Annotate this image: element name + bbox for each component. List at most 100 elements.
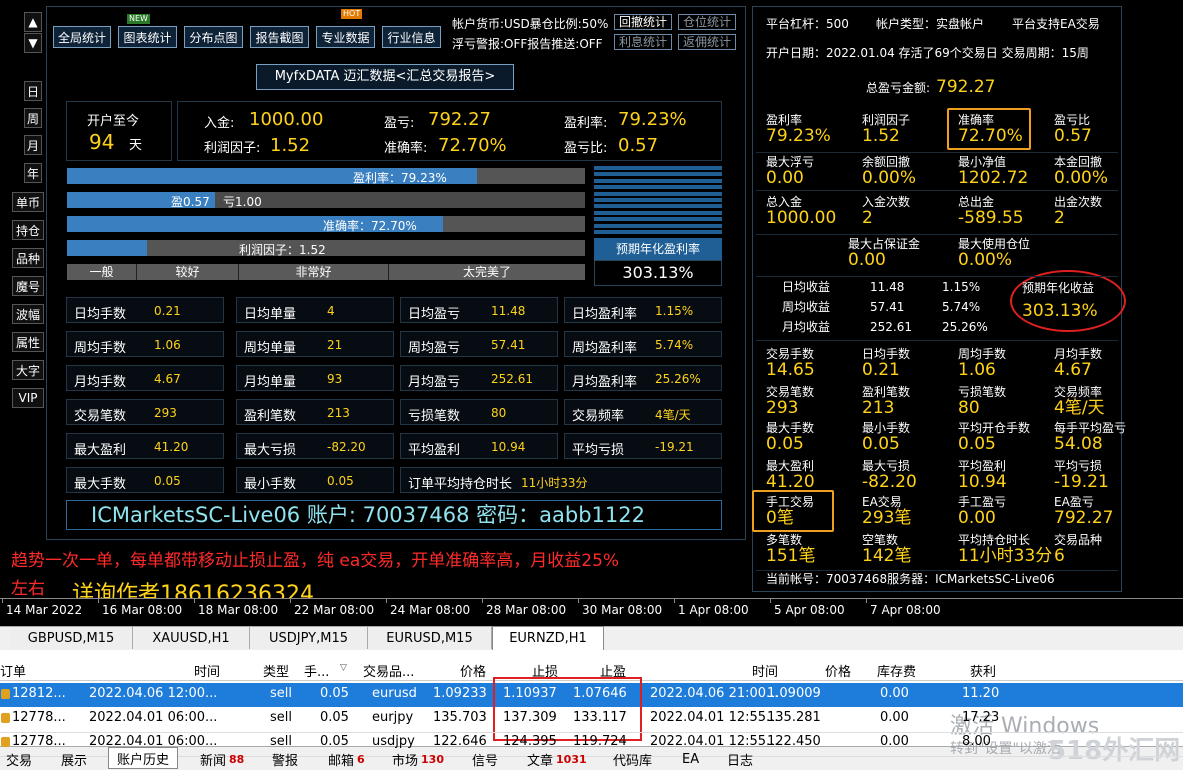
drawdown-stats-button[interactable]: 回撤统计 (614, 14, 672, 30)
position-stats-button[interactable]: 仓位统计 (678, 14, 736, 30)
table-cell: 2022.04.01 06:00... (89, 710, 218, 725)
table-cell: 2022.04.01 12:55... (650, 734, 779, 749)
scroll-down-button[interactable]: ▼ (24, 33, 42, 53)
nav-day[interactable]: 日 (24, 81, 42, 101)
bottom-tab[interactable]: EA (676, 748, 705, 770)
table-header-cell[interactable]: 获利 (970, 661, 996, 680)
stat-cell: 盈利笔数 213 (236, 399, 394, 425)
sort-icon[interactable]: ▽ (340, 663, 347, 673)
account-credentials: ICMarketsSC-Live06 账户: 70037468 密码：aabb1… (66, 500, 722, 530)
right-stat-value: 2 (1054, 208, 1065, 228)
chart-tab[interactable]: GBPUSD,M15 (10, 627, 133, 649)
nav-single[interactable]: 单币 (12, 192, 44, 212)
stat-value: 11.48 (491, 304, 526, 318)
nav-vip[interactable]: VIP (12, 388, 44, 408)
summary-box: 入金: 1000.00 利润因子: 1.52 盈亏: 792.27 准确率: 7… (177, 101, 722, 161)
return-percent: 1.15% (942, 280, 981, 294)
table-header-cell[interactable]: 时间 (194, 661, 220, 680)
bottom-tab[interactable]: 信号 (466, 748, 504, 770)
bottom-tab-label: 账户历史 (117, 752, 170, 768)
scale-perfect: 太完美了 (462, 265, 511, 279)
stat-label: 日均盈利率 (572, 307, 638, 322)
scroll-up-button[interactable]: ▲ (24, 12, 42, 32)
stat-value: 11小时33分 (521, 476, 588, 490)
bottom-tab[interactable]: 展示 (55, 748, 93, 770)
right-stat-value: -82.20 (862, 472, 917, 492)
axis-tick (2, 598, 3, 603)
table-header-cell[interactable]: 止损 (532, 661, 558, 680)
stat-value: 41.20 (154, 440, 189, 454)
axis-tick (194, 598, 195, 603)
accuracy-value: 72.70% (438, 135, 507, 156)
nav-attr[interactable]: 属性 (12, 332, 44, 352)
pro-data-button[interactable]: 专业数据 (316, 26, 375, 48)
bottom-tab[interactable]: 警报 (266, 748, 304, 770)
table-cell: sell (270, 734, 292, 749)
interest-stats-button[interactable]: 利息统计 (614, 34, 672, 50)
bottom-tab-label: 信号 (472, 753, 499, 769)
nav-magic[interactable]: 魔号 (12, 276, 44, 296)
right-stat-value: 0.00% (958, 250, 1013, 270)
bottom-tab-label: 代码库 (613, 753, 653, 769)
bottom-tab[interactable]: 文章 1031 (521, 748, 593, 770)
table-header-cell[interactable]: 库存费 (877, 661, 916, 680)
stat-label: 周均盈利率 (572, 341, 638, 356)
table-header-cell[interactable]: 止盈 (600, 661, 626, 680)
stat-cell: 最大盈利 41.20 (66, 433, 224, 459)
bottom-tab-label: 展示 (61, 753, 88, 769)
order-lock-icon (1, 737, 10, 747)
meter-stripe (594, 230, 722, 234)
table-header-cell[interactable]: 手... (304, 661, 329, 680)
rebate-stats-button[interactable]: 返佣统计 (678, 34, 736, 50)
nav-year[interactable]: 年 (24, 163, 42, 183)
right-stat-value: 1.52 (862, 126, 900, 146)
table-cell: 124.395 (503, 734, 557, 749)
order-lock-icon (1, 689, 10, 699)
chart-tab[interactable]: EURNZD,H1 (492, 626, 604, 650)
chart-stats-button[interactable]: 图表统计 (118, 26, 177, 48)
bottom-tab[interactable]: 账户历史 (108, 747, 179, 769)
nav-symbol[interactable]: 品种 (12, 248, 44, 268)
axis-tick (98, 598, 99, 603)
bottom-tab[interactable]: 新闻 88 (194, 748, 250, 770)
nav-holding[interactable]: 持仓 (12, 220, 44, 240)
bottom-tab[interactable]: 邮箱 6 (322, 748, 371, 770)
industry-info-button[interactable]: 行业信息 (382, 26, 441, 48)
bottom-tab[interactable]: 日志 (721, 748, 759, 770)
order-lock-icon (1, 713, 10, 723)
report-screenshot-button[interactable]: 报告截图 (250, 26, 309, 48)
account-currency-info: 帐户货币:USD暴仓比例:50% (452, 17, 609, 31)
right-stat-value: 213 (862, 398, 895, 418)
nav-week[interactable]: 周 (24, 108, 42, 128)
table-header-cell[interactable]: 价格 (825, 661, 851, 680)
right-stat-value: 792.27 (1054, 508, 1114, 528)
pl-ratio-label: 盈亏比: (564, 141, 608, 156)
global-stats-button[interactable]: 全局统计 (53, 26, 111, 48)
chart-tab[interactable]: EURUSD,M15 (368, 627, 492, 649)
stat-label: 月均手数 (74, 375, 127, 390)
stat-cell: 订单平均持仓时长 11小时33分 (400, 467, 722, 493)
table-cell: 0.05 (320, 734, 349, 749)
distribution-button[interactable]: 分布点图 (184, 26, 243, 48)
chart-tab[interactable]: USDJPY,M15 (250, 627, 368, 649)
table-header-cell[interactable]: 交易品... (363, 661, 414, 680)
meter-stripe (594, 166, 722, 170)
ad-line-2: 左右 (11, 579, 45, 599)
nav-month[interactable]: 月 (24, 135, 42, 155)
table-header-cell[interactable]: 订单 (0, 661, 26, 680)
stat-value: -82.20 (327, 440, 366, 454)
table-header-cell[interactable]: 类型 (263, 661, 289, 680)
chart-tab[interactable]: XAUUSD,H1 (133, 627, 250, 649)
table-cell: 0.05 (320, 710, 349, 725)
bottom-tab[interactable]: 市场 130 (386, 748, 450, 770)
separator (756, 570, 1118, 571)
nav-bigfont[interactable]: 大字 (12, 360, 44, 380)
axis-tick-label: 1 Apr 08:00 (678, 603, 749, 617)
nav-volatility[interactable]: 波幅 (12, 304, 44, 324)
table-header-cell[interactable]: 价格 (460, 661, 486, 680)
table-header-cell[interactable]: 时间 (752, 661, 778, 680)
bottom-tab[interactable]: 交易 (0, 748, 38, 770)
ad-line-1: 趋势一次一单，每单都带移动止损止盈，纯 ea交易，开单准确率高，月收益25% (11, 551, 620, 571)
table-cell: 137.309 (503, 710, 557, 725)
bottom-tab[interactable]: 代码库 (607, 748, 658, 770)
